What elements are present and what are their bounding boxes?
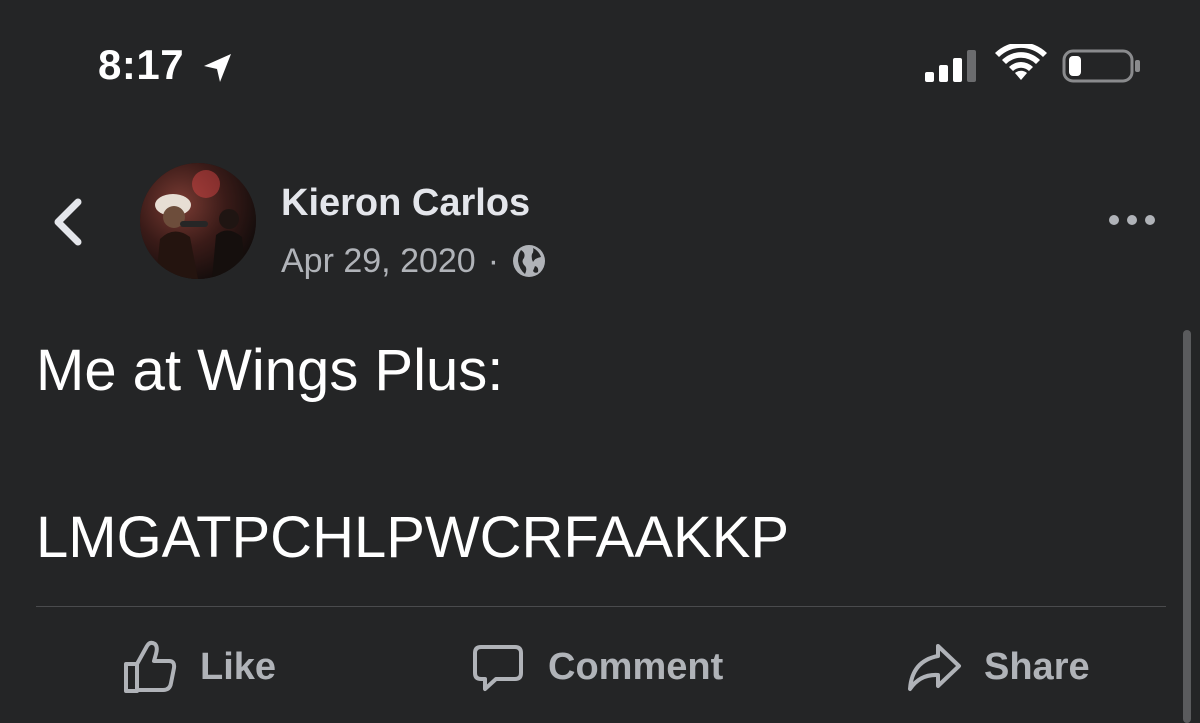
author-name[interactable]: Kieron Carlos xyxy=(281,180,530,226)
status-time: 8:17 xyxy=(98,41,185,88)
post-text-line-1: Me at Wings Plus: xyxy=(36,338,504,403)
more-options-button[interactable] xyxy=(1102,204,1162,236)
post-text-line-2: LMGATPCHLPWCRFAAKKP xyxy=(36,505,790,570)
wifi-icon xyxy=(995,44,1047,80)
actions-divider xyxy=(36,606,1166,607)
comment-label: Comment xyxy=(548,645,724,688)
avatar-photo xyxy=(140,163,256,279)
battery-icon xyxy=(1062,49,1140,83)
like-label: Like xyxy=(200,645,277,688)
comment-button[interactable]: Comment xyxy=(470,634,723,700)
avatar[interactable] xyxy=(140,163,256,279)
globe-icon xyxy=(513,245,546,277)
like-button[interactable]: Like xyxy=(122,634,276,700)
facebook-post-screen: 8:17 Kieron Carlos Apr 29, 2020 · Me at … xyxy=(0,0,1200,723)
scrollbar[interactable] xyxy=(1183,330,1191,723)
share-label: Share xyxy=(984,645,1090,688)
post-meta: Apr 29, 2020 · xyxy=(281,237,547,285)
comment-bubble-icon xyxy=(473,645,523,691)
share-arrow-icon xyxy=(908,644,961,691)
meta-separator: · xyxy=(487,241,500,280)
location-arrow-icon xyxy=(204,54,231,82)
thumbs-up-icon xyxy=(124,640,177,693)
share-button[interactable]: Share xyxy=(906,634,1090,700)
cellular-signal-icon xyxy=(925,50,976,82)
post-date[interactable]: Apr 29, 2020 xyxy=(281,242,476,281)
back-button[interactable] xyxy=(40,190,96,254)
